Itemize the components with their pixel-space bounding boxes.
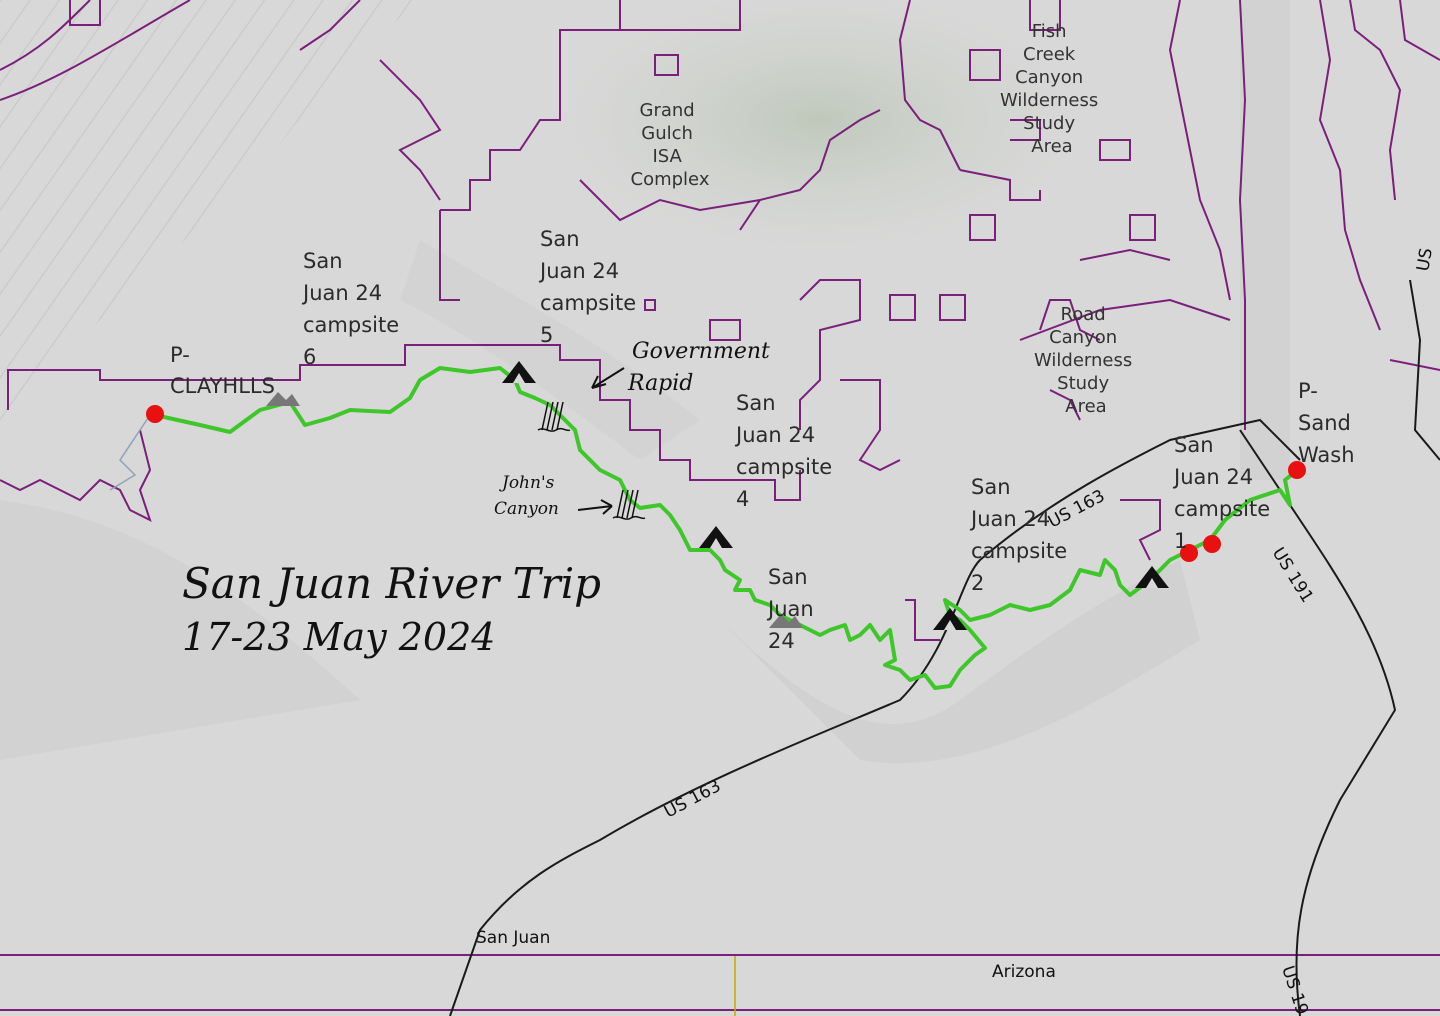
campsite-1-marker-b[interactable] (1203, 535, 1221, 553)
label-state-arizona: Arizona (992, 962, 1056, 982)
label-county-san-juan: San Juan (476, 928, 550, 948)
annotation-government-rapid-2: Rapid (627, 371, 693, 396)
annotation-government-rapid-1: Government (632, 339, 770, 364)
annotation-johns-canyon-1: John's (499, 473, 555, 493)
map-subtitle: 17-23 May 2024 (182, 615, 495, 659)
map-title: San Juan River Trip (182, 559, 601, 608)
map-canvas[interactable]: Fish Creek Canyon Wilderness Study Area … (0, 0, 1440, 1016)
start-point-marker[interactable] (146, 405, 164, 423)
annotation-johns-canyon-2: Canyon (494, 499, 559, 519)
road-label-us-top: US (1413, 247, 1437, 273)
